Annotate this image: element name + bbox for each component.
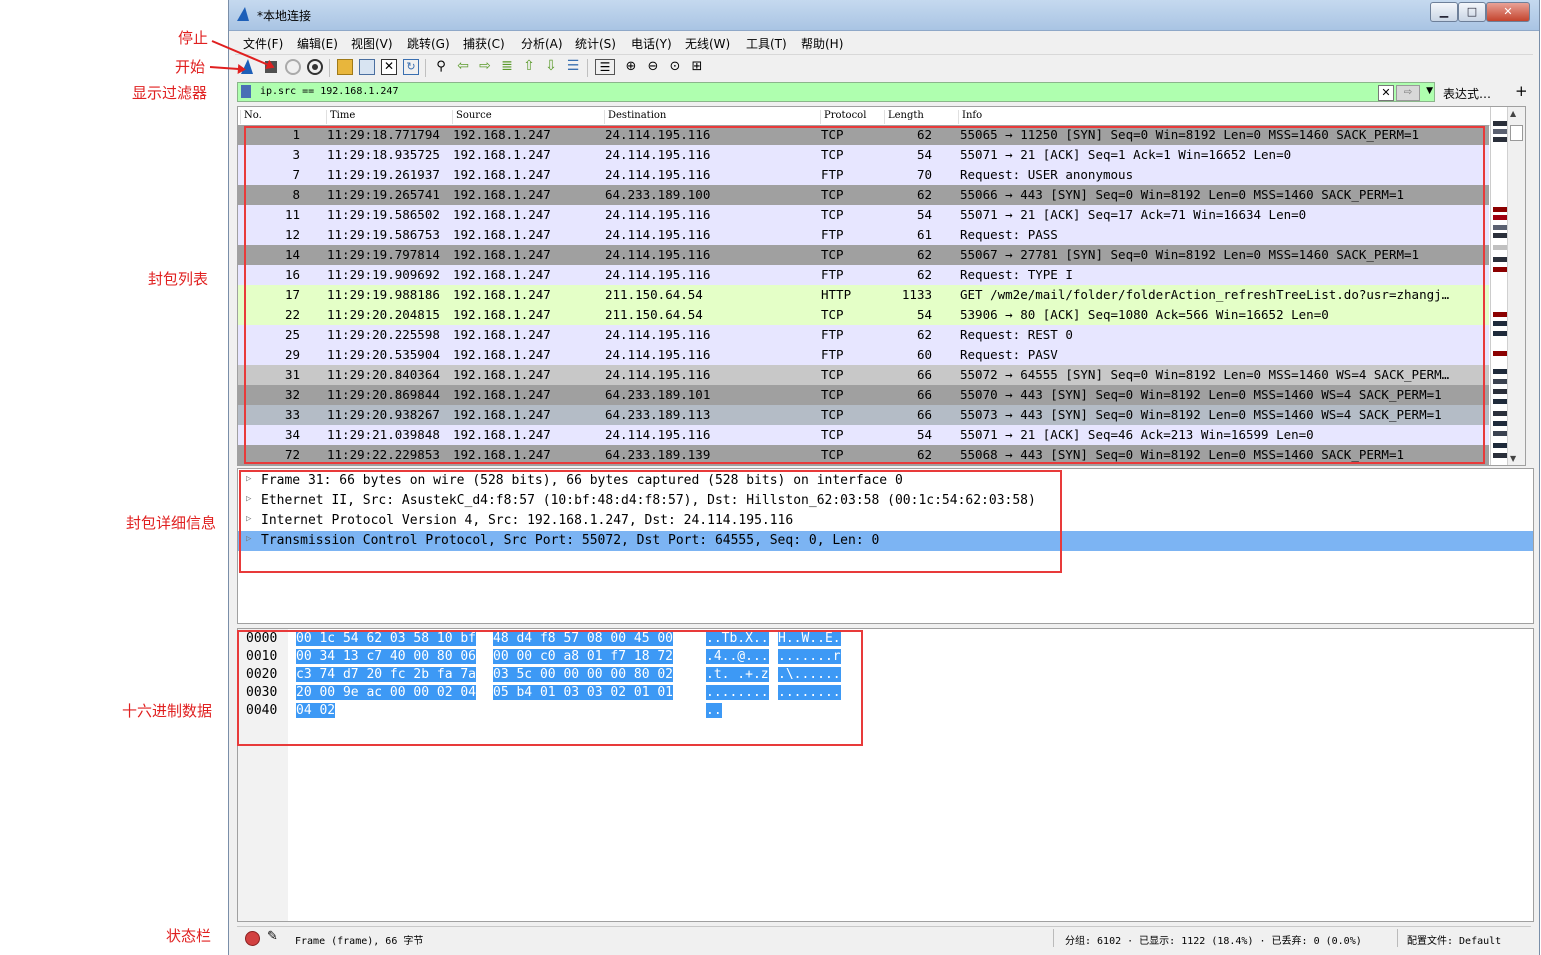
menu-item-7[interactable]: 电话(Y) xyxy=(631,35,672,52)
chevron-down-icon[interactable]: ▼ xyxy=(1426,86,1433,96)
status-bar: ✎ Frame (frame), 66 字节 分组: 6102 · 已显示: 1… xyxy=(237,926,1531,949)
toolbar-separator xyxy=(587,59,588,77)
display-filter-bar: ip.src == 192.168.1.247 ✕ ⇨ ▼ 表达式… + xyxy=(237,82,1531,102)
annotation-start: 开始 xyxy=(175,58,206,76)
save-file-icon[interactable] xyxy=(359,59,375,75)
bookmark-icon[interactable] xyxy=(241,85,251,98)
packet-list-scrollbar[interactable]: ▲ ▼ xyxy=(1507,107,1525,465)
add-filter-button[interactable]: + xyxy=(1515,82,1528,100)
annotation-hex-data: 十六进制数据 xyxy=(122,702,213,720)
toolbar-separator xyxy=(329,59,330,77)
go-forward-icon[interactable]: ⇨ xyxy=(477,59,493,75)
column-header[interactable]: Source xyxy=(452,110,492,124)
menu-item-6[interactable]: 统计(S) xyxy=(575,35,616,52)
find-packet-icon[interactable]: ⚲ xyxy=(433,59,449,75)
zoom-out-icon[interactable]: ⊖ xyxy=(645,59,661,75)
auto-scroll-icon[interactable]: ☰ xyxy=(565,59,581,75)
column-header[interactable]: Protocol xyxy=(820,110,866,124)
scroll-up-icon[interactable]: ▲ xyxy=(1510,109,1516,118)
scroll-down-icon[interactable]: ▼ xyxy=(1510,454,1516,463)
menu-item-2[interactable]: 视图(V) xyxy=(351,35,393,52)
menu-item-8[interactable]: 无线(W) xyxy=(685,35,730,52)
column-header[interactable]: Info xyxy=(958,110,982,124)
title-bar[interactable]: *本地连接 ▁ □ ✕ xyxy=(229,0,1539,31)
reload-file-icon[interactable]: ↻ xyxy=(403,59,419,75)
zoom-normal-icon[interactable]: ⊙ xyxy=(667,59,683,75)
go-to-packet-icon[interactable]: ≣ xyxy=(499,59,515,75)
highlight-packet-details xyxy=(239,470,1062,573)
maximize-button[interactable]: □ xyxy=(1458,2,1486,22)
menu-item-1[interactable]: 编辑(E) xyxy=(297,35,338,52)
annotation-stop: 停止 xyxy=(178,29,209,47)
minimize-button[interactable]: ▁ xyxy=(1430,2,1458,22)
annotation-display-filter: 显示过滤器 xyxy=(132,84,208,102)
capture-options-icon[interactable] xyxy=(307,59,323,75)
status-frame-info: Frame (frame), 66 字节 xyxy=(295,936,424,947)
expression-button[interactable]: 表达式… xyxy=(1443,85,1491,102)
status-profile[interactable]: 配置文件: Default xyxy=(1407,932,1501,947)
status-packet-counts: 分组: 6102 · 已显示: 1122 (18.4%) · 已丢弃: 0 (0… xyxy=(1065,936,1362,947)
edit-comment-icon[interactable]: ✎ xyxy=(267,929,278,944)
column-header[interactable]: No. xyxy=(240,110,262,124)
column-header[interactable]: Time xyxy=(326,110,355,124)
apply-filter-icon[interactable]: ⇨ xyxy=(1396,85,1420,101)
open-file-icon[interactable] xyxy=(337,59,353,75)
menu-item-9[interactable]: 工具(T) xyxy=(746,35,787,52)
resize-columns-icon[interactable]: ⊞ xyxy=(689,59,705,75)
annotation-packet-list: 封包列表 xyxy=(148,270,209,288)
menu-bar: 文件(F) 编辑(E) 视图(V) 跳转(G) 捕获(C) 分析(A) 统计(S) 电话(Y)… xyxy=(235,32,1533,52)
menu-item-5[interactable]: 分析(A) xyxy=(521,35,563,52)
expert-info-icon[interactable] xyxy=(245,931,260,946)
column-header[interactable]: Destination xyxy=(604,110,666,124)
colorize-icon[interactable]: ☰ xyxy=(595,59,615,75)
close-button[interactable]: ✕ xyxy=(1486,2,1530,22)
column-header[interactable]: Length xyxy=(884,110,924,124)
menu-item-0[interactable]: 文件(F) xyxy=(243,35,283,52)
restart-capture-icon[interactable] xyxy=(285,59,301,75)
menu-item-4[interactable]: 捕获(C) xyxy=(463,35,505,52)
main-toolbar: ✕ ↻ ⚲ ⇦ ⇨ ≣ ⇧ ⇩ ☰ ☰ ⊕ ⊖ ⊙ ⊞ xyxy=(235,54,1533,81)
arrow-start xyxy=(209,66,244,71)
go-back-icon[interactable]: ⇦ xyxy=(455,59,471,75)
annotation-packet-details: 封包详细信息 xyxy=(126,514,217,532)
status-divider xyxy=(1053,929,1054,947)
status-divider xyxy=(1397,929,1398,947)
display-filter-value[interactable]: ip.src == 192.168.1.247 xyxy=(260,86,398,97)
toolbar-separator xyxy=(425,59,426,77)
highlight-packet-list xyxy=(244,126,1485,464)
packet-list-header: No. Time Source Destination Protocol Length In… xyxy=(238,107,1525,126)
window-title: *本地连接 xyxy=(257,9,312,23)
go-first-packet-icon[interactable]: ⇧ xyxy=(521,59,537,75)
highlight-hex-data xyxy=(237,630,863,746)
menu-item-10[interactable]: 帮助(H) xyxy=(801,35,843,52)
go-last-packet-icon[interactable]: ⇩ xyxy=(543,59,559,75)
display-filter-input[interactable]: ip.src == 192.168.1.247 ✕ ⇨ ▼ xyxy=(237,82,1435,102)
menu-item-3[interactable]: 跳转(G) xyxy=(407,35,450,52)
annotation-status-bar: 状态栏 xyxy=(166,927,212,945)
wireshark-fin-icon xyxy=(237,7,249,21)
scroll-thumb[interactable] xyxy=(1510,125,1523,141)
zoom-in-icon[interactable]: ⊕ xyxy=(623,59,639,75)
clear-filter-icon[interactable]: ✕ xyxy=(1378,85,1394,101)
close-file-icon[interactable]: ✕ xyxy=(381,59,397,75)
